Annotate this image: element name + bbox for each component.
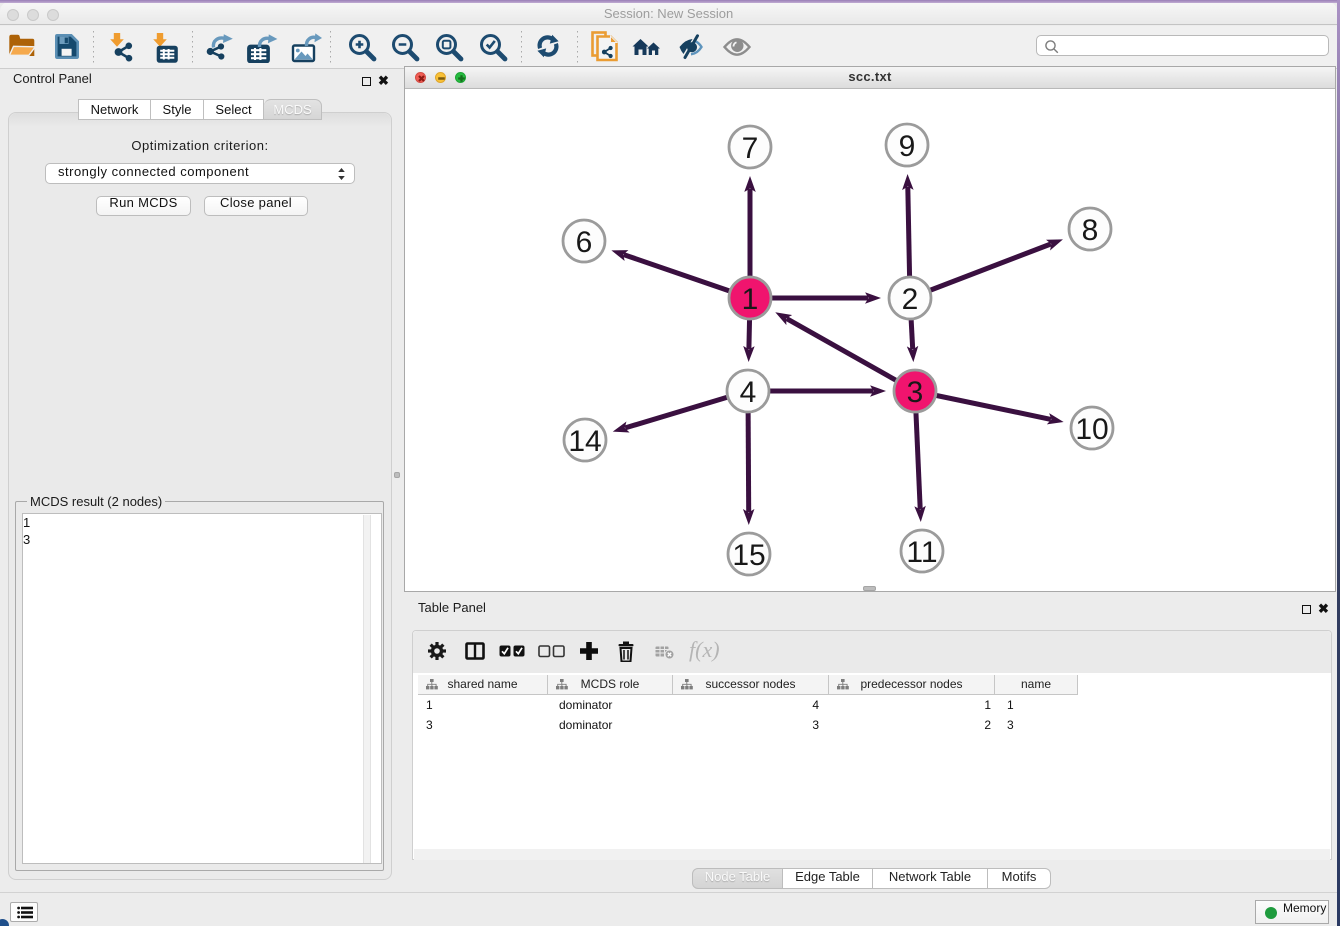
svg-text:2: 2 <box>902 283 919 316</box>
svg-text:14: 14 <box>568 425 601 458</box>
svg-text:1: 1 <box>742 283 759 316</box>
svg-text:9: 9 <box>899 130 916 163</box>
svg-text:4: 4 <box>740 376 757 409</box>
svg-text:8: 8 <box>1082 214 1099 247</box>
svg-text:6: 6 <box>576 226 593 259</box>
svg-text:3: 3 <box>907 376 924 409</box>
svg-text:11: 11 <box>906 536 937 569</box>
svg-text:7: 7 <box>742 132 759 165</box>
svg-text:15: 15 <box>732 539 765 572</box>
svg-text:10: 10 <box>1075 413 1108 446</box>
